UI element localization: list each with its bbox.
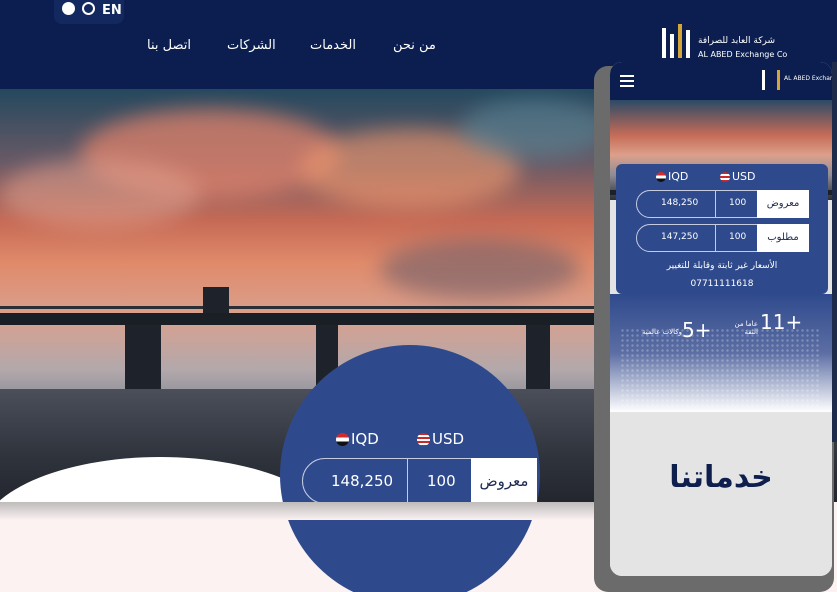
nav-about[interactable]: من نحن [393, 38, 436, 53]
currency-to: IQD [351, 430, 379, 448]
logo-arabic-text: شركة العابد للصرافة [698, 36, 776, 46]
mobile-logo-text: AL ABED Exchange Co [784, 75, 832, 82]
mobile-rate-result: 148,250 [661, 198, 699, 208]
rates-disclaimer: الأسعار غير ثابتة وقابلة للتغيير [666, 261, 778, 271]
services-title: خدماتنا [669, 460, 773, 495]
stat-agencies-label: وكالات عالمية [641, 328, 682, 336]
mobile-rate-row-offered: 148,250 100 معروض [636, 190, 809, 218]
stat-years-label: عاما من الثقة [734, 320, 759, 336]
iraq-flag-icon [656, 172, 666, 182]
mobile-rate-amount[interactable]: 100 [729, 232, 746, 242]
rate-result: 148,250 [331, 472, 394, 490]
stat-agencies-number: 5+ [682, 318, 712, 342]
bridge-deck [0, 313, 620, 325]
whatsapp-icon[interactable] [82, 2, 95, 15]
logo-english-text: AL ABED Exchange Co [698, 50, 788, 59]
brand-logo[interactable]: شركة العابد للصرافة AL ABED Exchange Co [660, 20, 787, 64]
mobile-currency-from: USD [732, 170, 756, 183]
rate-label: معروض [471, 458, 537, 504]
mobile-preview: AL ABED Exchange Co IQD USD 148,250 100 … [610, 62, 832, 576]
nav-companies[interactable]: الشركات [227, 38, 276, 53]
nav-services[interactable]: الخدمات [310, 38, 356, 53]
currency-from: USD [432, 430, 465, 448]
usa-flag-icon [417, 433, 430, 446]
section-shadow [0, 502, 610, 520]
mobile-rate-label: معروض [757, 190, 809, 218]
logo-mark [660, 20, 696, 60]
rate-row-offered: 148,250 100 معروض [302, 458, 537, 504]
mobile-logo[interactable]: AL ABED Exchange Co [762, 70, 832, 92]
mobile-exchange-card: IQD USD 148,250 100 معروض 147,250 100 مط… [616, 164, 828, 294]
social-links: EN [54, 0, 124, 24]
world-map-dots [620, 328, 820, 408]
nav-contact[interactable]: اتصل بنا [147, 38, 191, 53]
rate-amount[interactable]: 100 [427, 472, 456, 490]
usa-flag-icon [720, 172, 730, 182]
mobile-header: AL ABED Exchange Co [610, 62, 832, 100]
facebook-icon[interactable] [62, 2, 75, 15]
stat-years-number: 11+ [760, 310, 803, 334]
mobile-rate-result: 147,250 [661, 232, 699, 242]
services-section: خدماتنا [610, 412, 832, 576]
hamburger-menu-icon[interactable] [620, 75, 634, 87]
language-toggle[interactable]: EN [102, 3, 122, 18]
bridge-rail [0, 306, 620, 309]
stats-section: 11+ عاما من الثقة 5+ وكالات عالمية [610, 294, 832, 412]
phone-number[interactable]: 07711111618 [616, 279, 828, 289]
iraq-flag-icon [336, 433, 349, 446]
mobile-rate-row-requested: 147,250 100 مطلوب [636, 224, 809, 252]
mobile-currency-to: IQD [668, 170, 689, 183]
mobile-rate-amount[interactable]: 100 [729, 198, 746, 208]
mobile-rate-label: مطلوب [757, 224, 809, 252]
frame-edge [832, 62, 837, 442]
